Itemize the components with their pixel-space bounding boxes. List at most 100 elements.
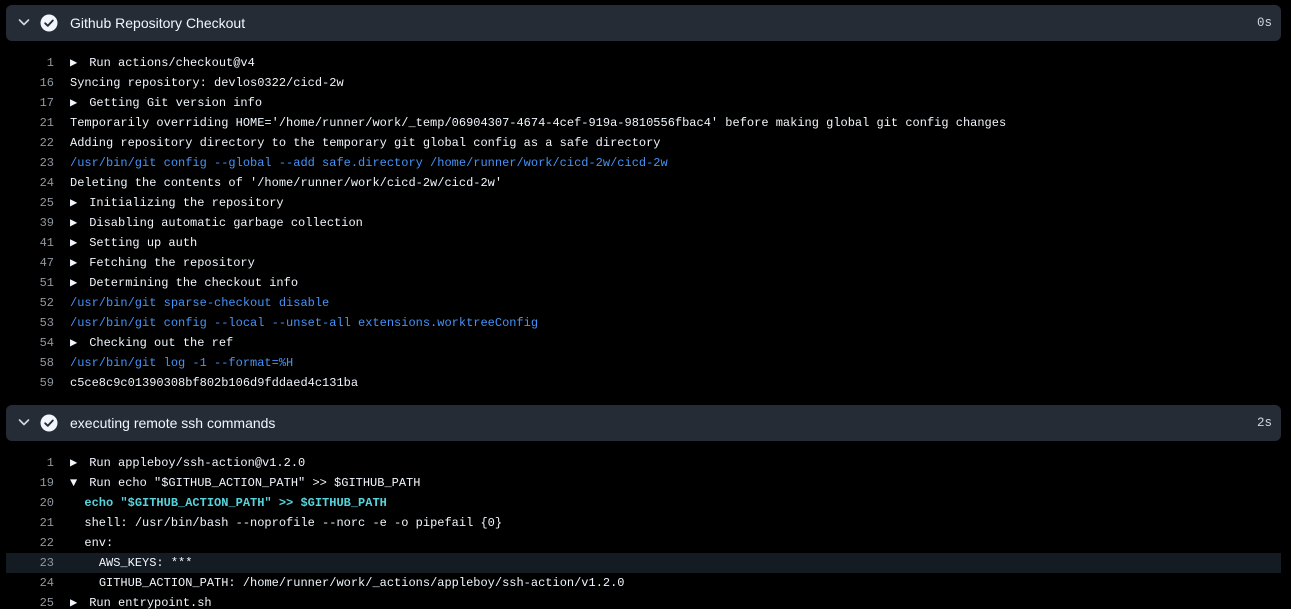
check-circle-icon	[40, 414, 58, 432]
line-number[interactable]: 22	[40, 133, 54, 153]
expanded-triangle-icon[interactable]: ▼	[70, 473, 82, 493]
line-number[interactable]: 21	[40, 113, 54, 133]
line-number[interactable]: 19	[40, 473, 54, 493]
log-line: 53/usr/bin/git config --local --unset-al…	[6, 313, 1281, 333]
line-number[interactable]: 24	[40, 573, 54, 593]
log-line: 21 shell: /usr/bin/bash --noprofile --no…	[6, 513, 1281, 533]
line-number[interactable]: 23	[40, 553, 54, 573]
line-number[interactable]: 59	[40, 373, 54, 393]
log-line: 24 Deleting the contents of '/home/runner…	[6, 173, 1281, 193]
log-line: 16 Syncing repository: devlos0322/cicd-2w	[6, 73, 1281, 93]
line-number[interactable]: 1	[47, 453, 54, 473]
log-line[interactable]: 51 ▶ Determining the checkout info	[6, 273, 1281, 293]
line-text: AWS_KEYS: ***	[98, 556, 193, 570]
line-content: /usr/bin/git config --global --add safe.…	[70, 153, 668, 173]
line-content: ▶ Initializing the repository	[70, 193, 284, 213]
line-content: /usr/bin/git sparse-checkout disable	[70, 293, 329, 313]
log-line: 52/usr/bin/git sparse-checkout disable	[6, 293, 1281, 313]
line-number[interactable]: 16	[40, 73, 54, 93]
line-text: Run echo "$GITHUB_ACTION_PATH" >> $GITHU…	[89, 476, 421, 490]
line-content: ▶ Determining the checkout info	[70, 273, 298, 293]
line-text: Initializing the repository	[89, 196, 284, 210]
line-number[interactable]: 23	[40, 153, 54, 173]
collapsed-triangle-icon[interactable]: ▶	[70, 273, 82, 293]
line-number[interactable]: 1	[47, 53, 54, 73]
line-text: GITHUB_ACTION_PATH: /home/runner/work/_a…	[98, 576, 625, 590]
line-content: c5ce8c9c01390308bf802b106d9fddaed4c131ba	[70, 373, 358, 393]
step-header-checkout[interactable]: Github Repository Checkout 0s	[6, 5, 1281, 41]
log-line[interactable]: 1 ▶ Run appleboy/ssh-action@v1.2.0	[6, 453, 1281, 473]
line-content: ▶ Disabling automatic garbage collection	[70, 213, 363, 233]
collapsed-triangle-icon[interactable]: ▶	[70, 333, 82, 353]
collapsed-triangle-icon[interactable]: ▶	[70, 93, 82, 113]
log-line: 23/usr/bin/git config --global --add saf…	[6, 153, 1281, 173]
line-content: env:	[70, 533, 113, 553]
collapsed-triangle-icon[interactable]: ▶	[70, 53, 82, 73]
line-number[interactable]: 52	[40, 293, 54, 313]
line-number[interactable]: 22	[40, 533, 54, 553]
line-content: Temporarily overriding HOME='/home/runne…	[70, 113, 1006, 133]
line-content: AWS_KEYS: ***	[70, 553, 193, 573]
line-number[interactable]: 58	[40, 353, 54, 373]
line-text: c5ce8c9c01390308bf802b106d9fddaed4c131ba	[70, 376, 359, 390]
chevron-down-icon[interactable]	[16, 14, 32, 30]
log-line: 22 env:	[6, 533, 1281, 553]
line-content: Adding repository directory to the tempo…	[70, 133, 661, 153]
log-line[interactable]: 54 ▶ Checking out the ref	[6, 333, 1281, 353]
step-header-ssh[interactable]: executing remote ssh commands 2s	[6, 405, 1281, 441]
line-text: Run entrypoint.sh	[89, 596, 212, 609]
log-line[interactable]: 17 ▶ Getting Git version info	[6, 93, 1281, 113]
line-number[interactable]: 20	[40, 493, 54, 513]
line-content: ▶ Run actions/checkout@v4	[70, 53, 255, 73]
line-number[interactable]: 21	[40, 513, 54, 533]
log-line: 21 Temporarily overriding HOME='/home/run…	[6, 113, 1281, 133]
collapsed-triangle-icon[interactable]: ▶	[70, 253, 82, 273]
line-content: /usr/bin/git log -1 --format=%H	[70, 353, 293, 373]
line-number[interactable]: 24	[40, 173, 54, 193]
line-text: shell: /usr/bin/bash --noprofile --norc …	[84, 516, 503, 530]
check-circle-icon	[40, 14, 58, 32]
line-text: echo "$GITHUB_ACTION_PATH" >> $GITHUB_PA…	[84, 496, 387, 510]
line-text: Deleting the contents of '/home/runner/w…	[70, 176, 503, 190]
log-line[interactable]: 19 ▼ Run echo "$GITHUB_ACTION_PATH" >> $G…	[6, 473, 1281, 493]
line-content: Deleting the contents of '/home/runner/w…	[70, 173, 502, 193]
line-number[interactable]: 25	[40, 593, 54, 609]
log-line[interactable]: 25 ▶ Initializing the repository	[6, 193, 1281, 213]
log-line[interactable]: 1 ▶ Run actions/checkout@v4	[6, 53, 1281, 73]
collapsed-triangle-icon[interactable]: ▶	[70, 193, 82, 213]
collapsed-triangle-icon[interactable]: ▶	[70, 213, 82, 233]
log-line: 58/usr/bin/git log -1 --format=%H	[6, 353, 1281, 373]
log-line[interactable]: 25 ▶ Run entrypoint.sh	[6, 593, 1281, 609]
line-text: Syncing repository: devlos0322/cicd-2w	[70, 76, 344, 90]
line-number[interactable]: 39	[40, 213, 54, 233]
line-number[interactable]: 41	[40, 233, 54, 253]
line-content: ▶ Run entrypoint.sh	[70, 593, 212, 609]
line-text: Temporarily overriding HOME='/home/runne…	[70, 116, 1007, 130]
log-line[interactable]: 41 ▶ Setting up auth	[6, 233, 1281, 253]
line-text: Disabling automatic garbage collection	[89, 216, 363, 230]
line-number[interactable]: 51	[40, 273, 54, 293]
log-line: 23 AWS_KEYS: ***	[6, 553, 1281, 573]
line-content: ▶ Run appleboy/ssh-action@v1.2.0	[70, 453, 305, 473]
line-text: env:	[84, 536, 114, 550]
line-text: Run actions/checkout@v4	[89, 56, 255, 70]
step-title: Github Repository Checkout	[70, 15, 246, 31]
collapsed-triangle-icon[interactable]: ▶	[70, 593, 82, 609]
line-text: Getting Git version info	[89, 96, 263, 110]
line-text: Fetching the repository	[89, 256, 255, 270]
line-content: /usr/bin/git config --local --unset-all …	[70, 313, 538, 333]
line-number[interactable]: 53	[40, 313, 54, 333]
line-content: ▶ Checking out the ref	[70, 333, 233, 353]
line-number[interactable]: 17	[40, 93, 54, 113]
line-number[interactable]: 25	[40, 193, 54, 213]
line-content: ▶ Setting up auth	[70, 233, 197, 253]
collapsed-triangle-icon[interactable]: ▶	[70, 233, 82, 253]
line-content: ▶ Getting Git version info	[70, 93, 262, 113]
step-title: executing remote ssh commands	[70, 415, 276, 431]
collapsed-triangle-icon[interactable]: ▶	[70, 453, 82, 473]
log-line[interactable]: 39 ▶ Disabling automatic garbage collecti…	[6, 213, 1281, 233]
log-line[interactable]: 47 ▶ Fetching the repository	[6, 253, 1281, 273]
line-number[interactable]: 47	[40, 253, 54, 273]
line-number[interactable]: 54	[40, 333, 54, 353]
chevron-down-icon[interactable]	[16, 414, 32, 430]
